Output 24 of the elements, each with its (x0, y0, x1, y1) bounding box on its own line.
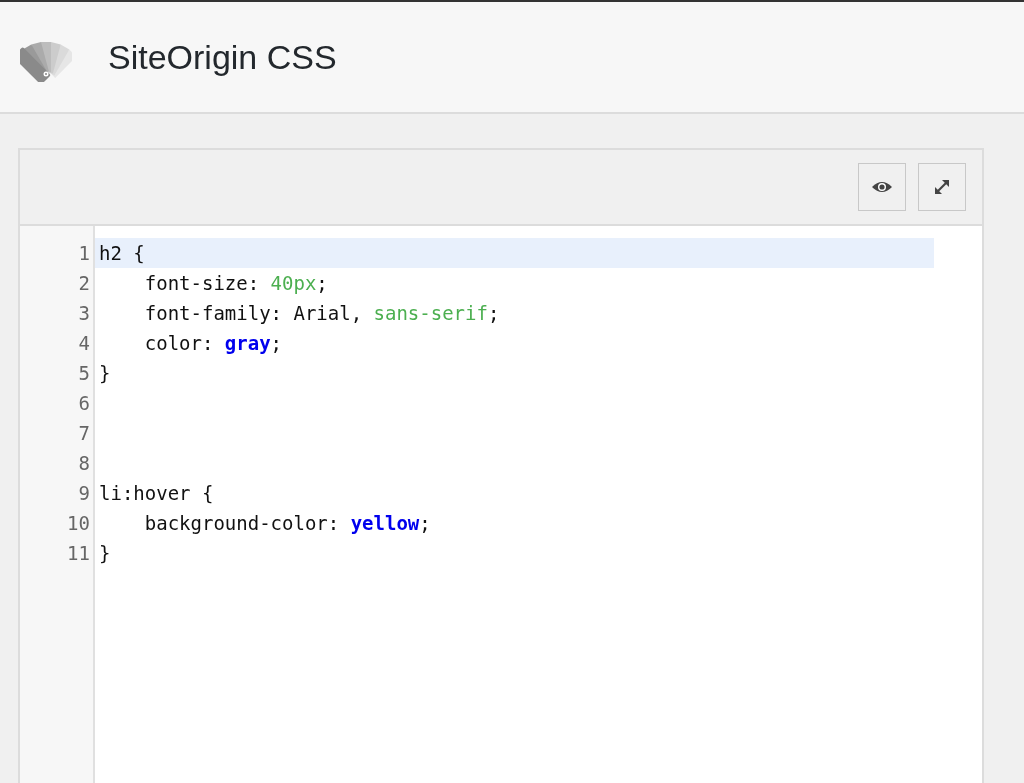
line-number: 11 (66, 541, 91, 566)
code-line: li:hover { (98, 481, 215, 506)
expand-arrows-icon (933, 178, 951, 196)
line-number: 7 (77, 421, 91, 446)
code-line: background-color: yellow; (143, 511, 432, 536)
code-line: } (98, 361, 112, 386)
preview-button[interactable] (858, 163, 906, 211)
line-number: 6 (77, 391, 91, 416)
line-number: 1 (77, 241, 91, 266)
line-number: 3 (77, 301, 91, 326)
fullscreen-button[interactable] (918, 163, 966, 211)
line-number: 9 (77, 481, 91, 506)
code-line: } (98, 541, 112, 566)
line-number: 5 (77, 361, 91, 386)
line-number: 10 (66, 511, 91, 536)
eye-icon (871, 180, 893, 194)
page-title: SiteOrigin CSS (108, 37, 337, 77)
line-number: 2 (77, 271, 91, 296)
code-line: color: gray; (143, 331, 284, 356)
code-editor[interactable]: 1 2 3 4 5 6 7 8 9 10 11 h2 { font-size: 40px; font-family: Arial, sans-serif; color: gray; } li:hover { background-color: yellow; } (20, 226, 982, 783)
code-line: font-size: 40px; (143, 271, 329, 296)
line-number: 8 (77, 451, 91, 476)
line-number: 4 (77, 331, 91, 356)
code-line: font-family: Arial, sans-serif; (143, 301, 501, 326)
